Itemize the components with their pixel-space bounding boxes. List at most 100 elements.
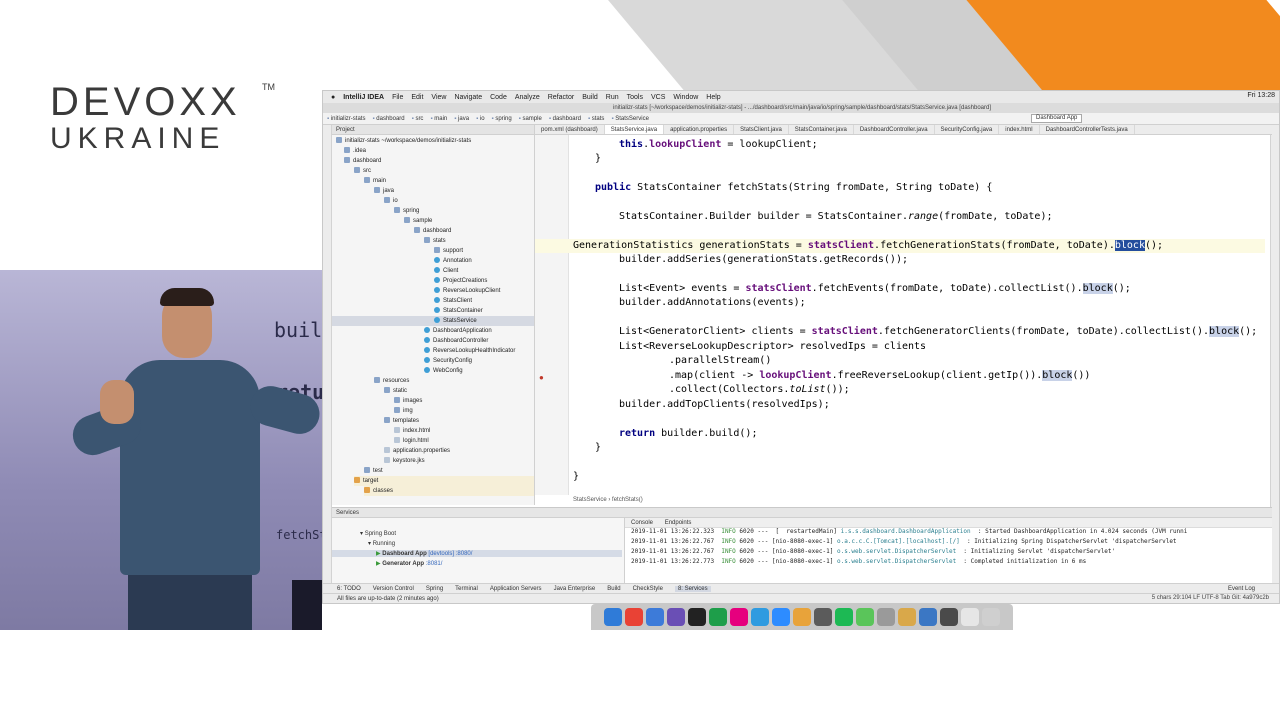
dock-app-icon[interactable] — [751, 608, 769, 626]
services-node-generator-app[interactable]: ▶ Generator App :8081/ — [376, 560, 442, 567]
tree-item[interactable]: io — [384, 196, 398, 206]
dock-app-icon[interactable] — [961, 608, 979, 626]
breadcrumb-project[interactable]: initializr-stats — [327, 116, 366, 122]
tree-item[interactable]: SecurityConfig — [424, 356, 472, 366]
tree-item[interactable]: keystore.jks — [384, 456, 425, 466]
dock-app-icon[interactable] — [877, 608, 895, 626]
tree-item[interactable]: ProjectCreations — [434, 276, 487, 286]
breadcrumb-java[interactable]: java — [454, 116, 469, 122]
tool-tab-services[interactable]: 8: Services — [674, 585, 711, 592]
menu-vcs[interactable]: VCS — [651, 94, 665, 101]
services-node-running[interactable]: ▾ Running — [368, 540, 395, 547]
dock-app-icon[interactable] — [856, 608, 874, 626]
dock-app-icon[interactable] — [835, 608, 853, 626]
tab-application-properties[interactable]: application.properties — [664, 125, 735, 134]
menu-view[interactable]: View — [431, 94, 446, 101]
tree-item[interactable]: DashboardController — [424, 336, 488, 346]
tree-item[interactable]: support — [434, 246, 463, 256]
tree-item[interactable]: java — [374, 186, 394, 196]
tab-dashboard-controller[interactable]: DashboardController.java — [854, 125, 935, 134]
tool-tab-version-control[interactable]: Version Control — [373, 586, 414, 592]
menu-run[interactable]: Run — [606, 94, 619, 101]
breadcrumb-dashboard[interactable]: dashboard — [549, 116, 581, 122]
tree-item[interactable]: StatsClient — [434, 296, 472, 306]
tree-item[interactable]: dashboard — [414, 226, 451, 236]
tree-item[interactable]: application.properties — [384, 446, 450, 456]
tab-index-html[interactable]: index.html — [999, 125, 1040, 134]
breadcrumb-main[interactable]: main — [430, 116, 447, 122]
dock-app-icon[interactable] — [688, 608, 706, 626]
menubar-clock[interactable]: Fri 13:28 — [1247, 92, 1275, 99]
editor-breadcrumb[interactable]: StatsService › fetchStats() — [573, 497, 643, 503]
menu-edit[interactable]: Edit — [411, 94, 423, 101]
menu-code[interactable]: Code — [490, 94, 507, 101]
dock-app-icon[interactable] — [730, 608, 748, 626]
status-indicators[interactable]: 5 chars 29:104 LF UTF-8 Tab Git: 4a979c2… — [1152, 595, 1269, 601]
tree-item[interactable]: index.html — [394, 426, 430, 436]
apple-icon[interactable]: ● — [331, 94, 335, 101]
dock-app-icon[interactable] — [625, 608, 643, 626]
tree-root[interactable]: initializr-stats ~/workspace/demos/initi… — [336, 136, 471, 146]
services-title[interactable]: Services — [332, 508, 1272, 518]
menu-build[interactable]: Build — [582, 94, 598, 101]
tree-item[interactable]: WebConfig — [424, 366, 463, 376]
tool-tab-todo[interactable]: 6: TODO — [337, 586, 361, 592]
tree-item[interactable]: sample — [404, 216, 432, 226]
dock-app-icon[interactable] — [919, 608, 937, 626]
breadcrumb-spring[interactable]: spring — [492, 116, 511, 122]
breadcrumb-src[interactable]: src — [412, 116, 423, 122]
dock-app-icon[interactable] — [793, 608, 811, 626]
tool-tab-event-log[interactable]: Event Log — [1228, 586, 1255, 592]
tree-item[interactable]: ReverseLookupClient — [434, 286, 500, 296]
dock-app-icon[interactable] — [646, 608, 664, 626]
menu-file[interactable]: File — [392, 94, 403, 101]
tree-item[interactable]: test — [364, 466, 383, 476]
breakpoint-icon[interactable]: ● — [539, 373, 544, 382]
dock-app-icon[interactable] — [667, 608, 685, 626]
tree-item-selected[interactable]: StatsService — [332, 316, 534, 326]
menu-window[interactable]: Window — [673, 94, 698, 101]
tree-item[interactable]: static — [384, 386, 407, 396]
tree-item[interactable]: stats — [424, 236, 446, 246]
menu-tools[interactable]: Tools — [627, 94, 643, 101]
tree-item[interactable]: ReverseLookupHealthIndicator — [424, 346, 515, 356]
menu-analyze[interactable]: Analyze — [515, 94, 540, 101]
breadcrumb-class[interactable]: StatsService — [573, 497, 607, 503]
breadcrumb-file[interactable]: StatsService — [611, 116, 649, 122]
dock-app-icon[interactable] — [814, 608, 832, 626]
menu-refactor[interactable]: Refactor — [548, 94, 574, 101]
breadcrumb-sample[interactable]: sample — [519, 116, 541, 122]
tree-item[interactable]: Client — [434, 266, 458, 276]
tree-item[interactable]: login.html — [394, 436, 429, 446]
services-node-dashboard-app[interactable]: ▶ Dashboard App [devtools] :8080/ — [332, 550, 622, 557]
tool-tab-build[interactable]: Build — [607, 586, 620, 592]
dock-app-icon[interactable] — [982, 608, 1000, 626]
tree-item[interactable]: main — [364, 176, 386, 186]
tab-security-config[interactable]: SecurityConfig.java — [935, 125, 1000, 134]
editor-gutter[interactable] — [535, 135, 569, 495]
tree-item[interactable]: Annotation — [434, 256, 472, 266]
breadcrumb-module[interactable]: dashboard — [372, 116, 404, 122]
tool-tab-application-servers[interactable]: Application Servers — [490, 586, 542, 592]
project-panel-title[interactable]: Project — [332, 125, 534, 135]
tree-item[interactable]: dashboard — [344, 156, 381, 166]
breadcrumb-io[interactable]: io — [476, 116, 485, 122]
tree-item[interactable]: resources — [374, 376, 409, 386]
dock-app-icon[interactable] — [772, 608, 790, 626]
tool-tab-terminal[interactable]: Terminal — [455, 586, 478, 592]
tab-stats-container[interactable]: StatsContainer.java — [789, 125, 854, 134]
tab-endpoints[interactable]: Endpoints — [665, 520, 692, 526]
tool-tab-checkstyle[interactable]: CheckStyle — [633, 586, 663, 592]
tool-tab-spring[interactable]: Spring — [426, 586, 443, 592]
run-configuration-select[interactable]: Dashboard App — [1031, 114, 1083, 123]
dock-app-icon[interactable] — [940, 608, 958, 626]
menu-help[interactable]: Help — [706, 94, 720, 101]
tab-console[interactable]: Console — [631, 520, 653, 526]
dock-app-icon[interactable] — [604, 608, 622, 626]
tree-item[interactable]: spring — [394, 206, 419, 216]
dock-app-icon[interactable] — [898, 608, 916, 626]
console-output[interactable]: Console Endpoints 2019-11-01 13:26:22.32… — [624, 518, 1272, 583]
tree-item[interactable]: img — [394, 406, 413, 416]
tab-stats-service[interactable]: StatsService.java — [604, 125, 665, 134]
tree-item[interactable]: target — [354, 476, 534, 486]
